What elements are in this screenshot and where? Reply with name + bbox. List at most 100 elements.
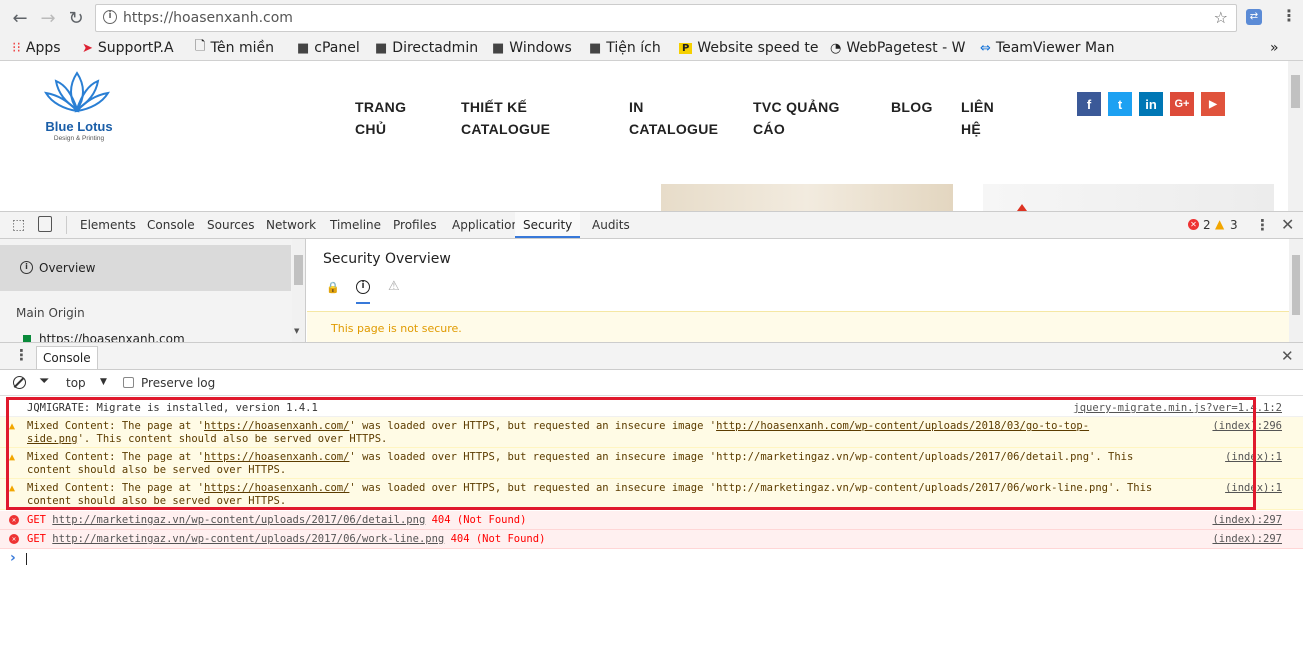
- bookmark-tien-ich[interactable]: ■ Tiện ích: [589, 37, 669, 59]
- info-icon[interactable]: i: [103, 10, 117, 24]
- teamviewer-icon: ⇔: [980, 40, 991, 56]
- warning-count[interactable]: 3: [1230, 218, 1238, 232]
- inspect-element-icon[interactable]: ⬚: [12, 217, 25, 233]
- reload-icon[interactable]: ↻: [64, 6, 88, 30]
- google-plus-icon[interactable]: G+: [1170, 92, 1194, 116]
- text-cursor: [26, 553, 27, 565]
- page-scrollbar[interactable]: [1288, 61, 1303, 211]
- nav-blog[interactable]: BLOG: [891, 96, 933, 118]
- bookmarks-overflow-button[interactable]: »: [1270, 37, 1290, 59]
- scroll-down-arrow-icon[interactable]: ▼: [294, 327, 299, 335]
- error-count[interactable]: 2: [1203, 218, 1211, 232]
- bookmark-directadmin[interactable]: ■ Directadmin: [375, 37, 483, 59]
- message-source-link[interactable]: (index):297: [1212, 514, 1282, 527]
- tab-elements[interactable]: Elements: [80, 212, 136, 238]
- filter-funnel-icon[interactable]: ⏷: [39, 374, 49, 389]
- folder-icon: ■: [589, 40, 602, 56]
- nav-thiet-ke-catalogue[interactable]: THIẾT KẾ CATALOGUE: [461, 96, 550, 140]
- device-mode-icon[interactable]: [38, 216, 52, 232]
- message-source-link[interactable]: (index):297: [1212, 533, 1282, 546]
- devtools-tabbar: ⬚ Elements Console Sources Network Timel…: [0, 211, 1303, 239]
- site-logo[interactable]: Blue Lotus Design & Printing: [38, 69, 116, 144]
- security-status-banner: This page is not secure.: [307, 311, 1289, 342]
- preserve-log-label: Preserve log: [141, 376, 216, 390]
- youtube-icon[interactable]: ▶: [1201, 92, 1225, 116]
- tab-audits[interactable]: Audits: [592, 212, 630, 238]
- console-drawer-tabbar: ⋮ Console ✕: [0, 342, 1303, 370]
- bookmark-website-speed[interactable]: P Website speed te: [679, 37, 821, 59]
- tab-security[interactable]: Security: [515, 212, 581, 238]
- nav-trang-chu[interactable]: TRANG CHỦ: [355, 96, 406, 140]
- devtools-close-icon[interactable]: ✕: [1281, 215, 1294, 234]
- security-scrollbar-thumb[interactable]: [1292, 255, 1300, 315]
- failed-request-link[interactable]: http://marketingaz.vn/wp-content/uploads…: [52, 533, 444, 545]
- main-origin-heading: Main Origin: [16, 306, 85, 320]
- active-state-indicator: [356, 302, 370, 304]
- security-scrollbar[interactable]: [1289, 239, 1303, 342]
- address-bar[interactable]: i https://hoasenxanh.com ☆: [95, 4, 1237, 32]
- lotus-logo-icon: [44, 71, 110, 113]
- bookmark-star-icon[interactable]: ☆: [1214, 8, 1228, 27]
- tab-application[interactable]: Application: [452, 212, 519, 238]
- prompt-chevron-icon: ›: [10, 550, 16, 566]
- back-arrow-icon[interactable]: ←: [8, 6, 32, 30]
- error-count-icon[interactable]: ✕: [1188, 219, 1199, 230]
- sidebar-item-overview[interactable]: i Overview: [0, 245, 291, 291]
- forward-arrow-icon[interactable]: →: [36, 6, 60, 30]
- error-circle-icon: ✕: [9, 534, 19, 544]
- origin-status-icon: [23, 335, 31, 342]
- sidebar-scrollbar[interactable]: ▼: [292, 239, 305, 342]
- security-sidebar: i Overview Main Origin https://hoasenxan…: [0, 239, 306, 342]
- banner-image-1: [661, 184, 953, 211]
- context-dropdown-arrow-icon[interactable]: ▼: [100, 377, 107, 387]
- gauge-icon: ◔: [830, 40, 842, 56]
- tab-network[interactable]: Network: [266, 212, 316, 238]
- bookmark-teamviewer[interactable]: ⇔ TeamViewer Man: [980, 37, 1118, 59]
- banner-image-2: [983, 184, 1274, 211]
- menu-kebab-icon[interactable]: ⋮: [1281, 6, 1297, 25]
- tab-timeline[interactable]: Timeline: [330, 212, 381, 238]
- console-filter-bar: ⏷ top ▼ Preserve log: [0, 370, 1303, 396]
- nav-lien-he[interactable]: LIÊN HỆ: [961, 96, 994, 140]
- sidebar-origin-url[interactable]: https://hoasenxanh.com: [39, 332, 185, 342]
- banner-accent: [1017, 204, 1027, 211]
- lock-icon: 🔒: [326, 281, 340, 294]
- linkedin-icon[interactable]: in: [1139, 92, 1163, 116]
- console-message-error: ✕ GET http://marketingaz.vn/wp-content/u…: [0, 511, 1303, 530]
- nav-in-catalogue[interactable]: IN CATALOGUE: [629, 96, 718, 140]
- drawer-close-icon[interactable]: ✕: [1281, 347, 1294, 365]
- bookmark-apps[interactable]: ⁝⁝ Apps: [12, 37, 74, 59]
- sidebar-overview-label: Overview: [39, 261, 96, 275]
- bookmark-ten-mien[interactable]: 🗋 Tên miền: [195, 37, 290, 59]
- bookmark-windows[interactable]: ■ Windows: [492, 37, 580, 59]
- sidebar-scrollbar-thumb[interactable]: [294, 255, 303, 285]
- toolbar-divider: [66, 216, 67, 234]
- console-prompt[interactable]: ›: [0, 550, 1303, 568]
- twitter-icon[interactable]: t: [1108, 92, 1132, 116]
- website-viewport: Blue Lotus Design & Printing TRANG CHỦ TH…: [0, 61, 1303, 211]
- drawer-tab-console[interactable]: Console: [36, 346, 98, 369]
- clear-console-icon[interactable]: [13, 376, 26, 389]
- tab-console[interactable]: Console: [147, 212, 195, 238]
- error-circle-icon: ✕: [9, 515, 19, 525]
- nav-tvc-quang-cao[interactable]: TVC QUẢNG CÁO: [753, 96, 840, 140]
- context-selector[interactable]: top: [66, 376, 86, 390]
- devtools-menu-icon[interactable]: ⋮: [1255, 216, 1270, 234]
- tab-sources[interactable]: Sources: [207, 212, 254, 238]
- preserve-log-checkbox[interactable]: [123, 377, 134, 388]
- bookmarks-bar: ⁝⁝ Apps ➤ SupportP.A 🗋 Tên miền ■ cPanel ■ Di…: [0, 36, 1303, 61]
- page-scrollbar-thumb[interactable]: [1291, 75, 1300, 108]
- security-status-text: This page is not secure.: [331, 322, 462, 335]
- bookmark-supportpa[interactable]: ➤ SupportP.A: [82, 37, 187, 59]
- bookmark-cpanel[interactable]: ■ cPanel: [297, 37, 367, 59]
- address-url[interactable]: https://hoasenxanh.com: [123, 10, 293, 26]
- translate-extension-icon[interactable]: ⇄: [1246, 9, 1262, 25]
- failed-request-link[interactable]: http://marketingaz.vn/wp-content/uploads…: [52, 514, 425, 526]
- facebook-icon[interactable]: f: [1077, 92, 1101, 116]
- apps-grid-icon: ⁝⁝: [12, 40, 21, 56]
- console-message-error: ✕ GET http://marketingaz.vn/wp-content/u…: [0, 530, 1303, 549]
- drawer-menu-icon[interactable]: ⋮: [14, 346, 29, 364]
- warning-count-icon[interactable]: ▲: [1215, 217, 1224, 231]
- tab-profiles[interactable]: Profiles: [393, 212, 437, 238]
- bookmark-webpagetest[interactable]: ◔ WebPagetest - W: [830, 37, 968, 59]
